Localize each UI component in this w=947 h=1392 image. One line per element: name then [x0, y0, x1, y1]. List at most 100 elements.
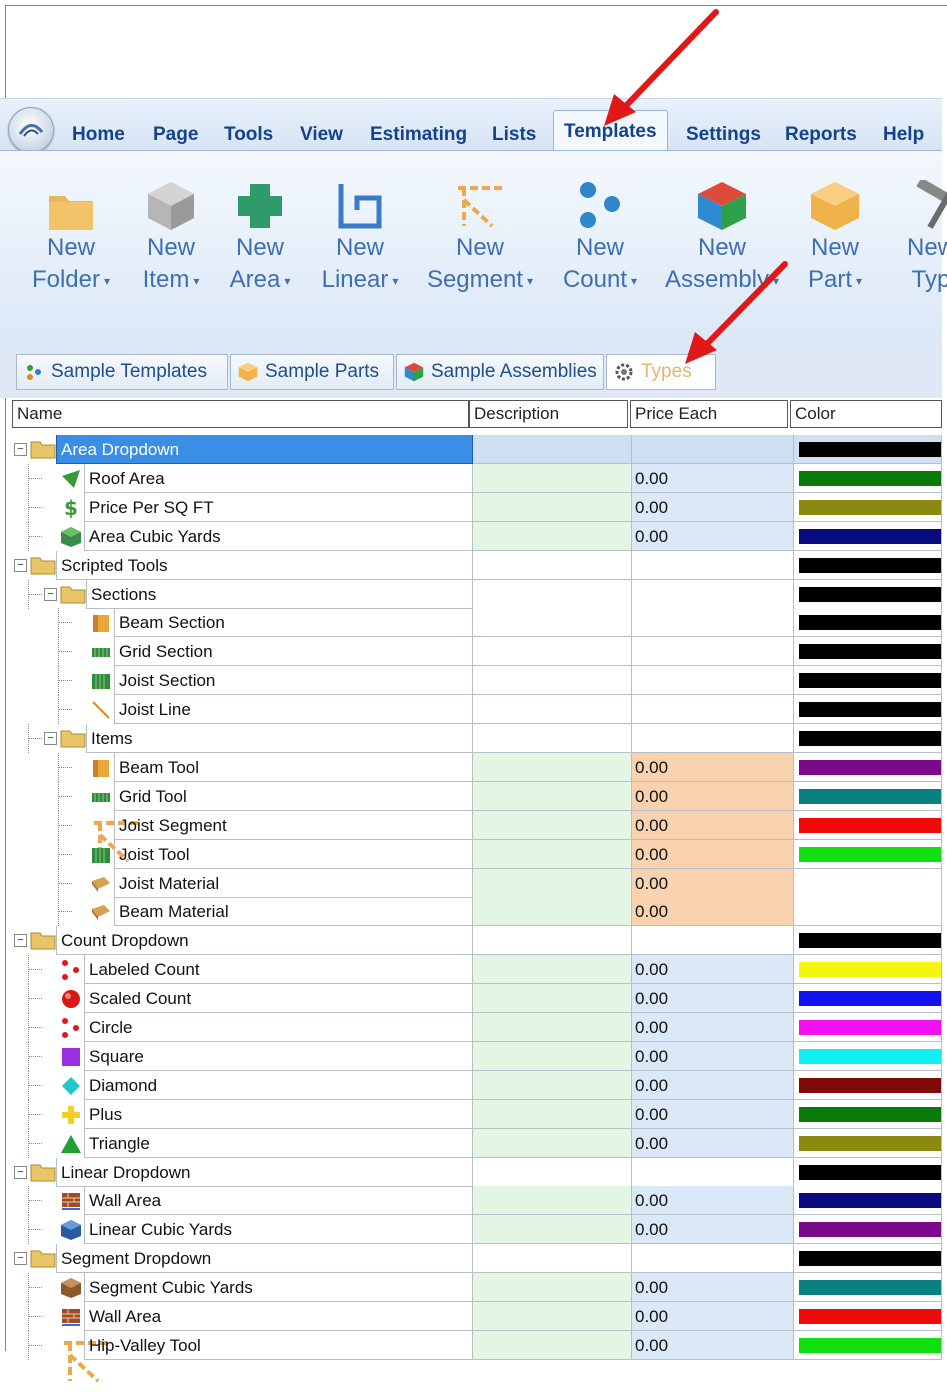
color-cell[interactable]: [794, 637, 942, 667]
name-cell[interactable]: $ Price Per SQ FT: [12, 492, 473, 522]
table-row[interactable]: Beam Tool 0.00: [12, 752, 942, 782]
column-header-color[interactable]: Color: [790, 400, 942, 428]
name-cell[interactable]: Grid Section: [12, 637, 473, 667]
price-cell[interactable]: 0.00: [632, 1302, 794, 1331]
menu-tab-page[interactable]: Page: [153, 124, 198, 146]
color-cell[interactable]: [794, 1215, 942, 1245]
name-cell[interactable]: − Linear Dropdown: [12, 1157, 473, 1187]
name-cell[interactable]: Plus: [12, 1099, 473, 1129]
price-cell[interactable]: 0.00: [632, 521, 794, 551]
description-cell[interactable]: [473, 724, 632, 753]
color-cell[interactable]: [794, 897, 942, 927]
menu-tab-estimating[interactable]: Estimating: [370, 124, 467, 146]
table-row[interactable]: Joist Section: [12, 666, 942, 696]
price-cell[interactable]: [632, 1157, 794, 1187]
name-cell[interactable]: Segment Cubic Yards: [12, 1273, 473, 1303]
table-row[interactable]: Wall Area 0.00: [12, 1302, 942, 1331]
price-cell[interactable]: 0.00: [632, 1215, 794, 1245]
price-cell[interactable]: [632, 637, 794, 667]
description-cell[interactable]: [473, 1215, 632, 1245]
description-cell[interactable]: [473, 1070, 632, 1100]
ribbon-button-new-segment[interactable]: New Segment ▾: [417, 170, 543, 297]
name-cell[interactable]: Area Cubic Yards: [12, 521, 473, 551]
table-row[interactable]: − Sections: [12, 579, 942, 609]
price-cell[interactable]: 0.00: [632, 810, 794, 840]
name-cell[interactable]: Grid Tool: [12, 781, 473, 811]
table-row[interactable]: − Linear Dropdown: [12, 1157, 942, 1187]
name-cell[interactable]: − Count Dropdown: [12, 926, 473, 956]
color-cell[interactable]: [794, 666, 942, 696]
table-row[interactable]: − Scripted Tools: [12, 550, 942, 580]
price-cell[interactable]: [632, 608, 794, 638]
name-cell[interactable]: Beam Tool: [12, 752, 473, 782]
dropdown-caret-icon[interactable]: ▾: [631, 274, 637, 288]
table-row[interactable]: Wall Area 0.00: [12, 1186, 942, 1216]
table-row[interactable]: Circle 0.00: [12, 1013, 942, 1042]
color-cell[interactable]: [794, 781, 942, 811]
name-cell[interactable]: Joist Line: [12, 695, 473, 725]
column-header-price-each[interactable]: Price Each: [630, 400, 788, 428]
price-cell[interactable]: [632, 579, 794, 609]
menu-tab-view[interactable]: View: [300, 124, 343, 146]
name-cell[interactable]: Joist Tool: [12, 839, 473, 869]
table-row[interactable]: Grid Tool 0.00: [12, 781, 942, 811]
doc-tab-sample-assemblies[interactable]: Sample Assemblies: [396, 354, 604, 390]
color-cell[interactable]: [794, 435, 942, 464]
collapse-toggle-icon[interactable]: −: [14, 934, 27, 948]
column-header-name[interactable]: Name: [12, 400, 469, 428]
ribbon-button-new-typ[interactable]: New Typ: [876, 170, 947, 296]
color-cell[interactable]: [794, 550, 942, 580]
color-cell[interactable]: [794, 521, 942, 551]
name-cell[interactable]: Wall Area: [12, 1302, 473, 1331]
description-cell[interactable]: [473, 1330, 632, 1360]
description-cell[interactable]: [473, 1128, 632, 1158]
color-cell[interactable]: [794, 868, 942, 898]
description-cell[interactable]: [473, 1099, 632, 1129]
table-row[interactable]: − Area Dropdown: [12, 435, 942, 464]
description-cell[interactable]: [473, 435, 632, 464]
name-cell[interactable]: − Scripted Tools: [12, 550, 473, 580]
name-cell[interactable]: Triangle: [12, 1128, 473, 1158]
description-cell[interactable]: [473, 550, 632, 580]
name-cell[interactable]: − Items: [12, 724, 473, 753]
description-cell[interactable]: [473, 1302, 632, 1331]
color-cell[interactable]: [794, 1330, 942, 1360]
ribbon-button-new-linear[interactable]: New Linear ▾: [305, 170, 415, 297]
description-cell[interactable]: [473, 897, 632, 927]
name-cell[interactable]: Diamond: [12, 1070, 473, 1100]
collapse-toggle-icon[interactable]: −: [44, 587, 57, 601]
price-cell[interactable]: 0.00: [632, 492, 794, 522]
description-cell[interactable]: [473, 492, 632, 522]
color-cell[interactable]: [794, 463, 942, 493]
price-cell[interactable]: 0.00: [632, 1273, 794, 1303]
collapse-toggle-icon[interactable]: −: [44, 732, 57, 745]
description-cell[interactable]: [473, 1186, 632, 1216]
name-cell[interactable]: Joist Segment: [12, 810, 473, 863]
dropdown-caret-icon[interactable]: ▾: [104, 274, 110, 288]
ribbon-button-new-folder[interactable]: New Folder ▾: [16, 170, 126, 297]
price-cell[interactable]: 0.00: [632, 1013, 794, 1042]
dropdown-caret-icon[interactable]: ▾: [193, 274, 199, 288]
price-cell[interactable]: [632, 435, 794, 464]
description-cell[interactable]: [473, 463, 632, 493]
table-row[interactable]: $ Price Per SQ FT 0.00: [12, 492, 942, 522]
color-cell[interactable]: [794, 839, 942, 869]
dropdown-caret-icon[interactable]: ▾: [284, 274, 290, 288]
name-cell[interactable]: Linear Cubic Yards: [12, 1215, 473, 1245]
color-cell[interactable]: [794, 724, 942, 753]
description-cell[interactable]: [473, 521, 632, 551]
table-row[interactable]: Triangle 0.00: [12, 1128, 942, 1158]
description-cell[interactable]: [473, 1013, 632, 1042]
doc-tab-sample-parts[interactable]: Sample Parts: [230, 354, 394, 390]
description-cell[interactable]: [473, 579, 632, 609]
collapse-toggle-icon[interactable]: −: [14, 558, 27, 572]
ribbon-button-new-part[interactable]: New Part ▾: [780, 170, 890, 297]
price-cell[interactable]: [632, 666, 794, 696]
price-cell[interactable]: 0.00: [632, 839, 794, 869]
table-row[interactable]: − Count Dropdown: [12, 926, 942, 956]
table-row[interactable]: Beam Section: [12, 608, 942, 638]
color-cell[interactable]: [794, 752, 942, 782]
color-cell[interactable]: [794, 926, 942, 956]
menu-tab-home[interactable]: Home: [72, 124, 125, 146]
description-cell[interactable]: [473, 637, 632, 667]
